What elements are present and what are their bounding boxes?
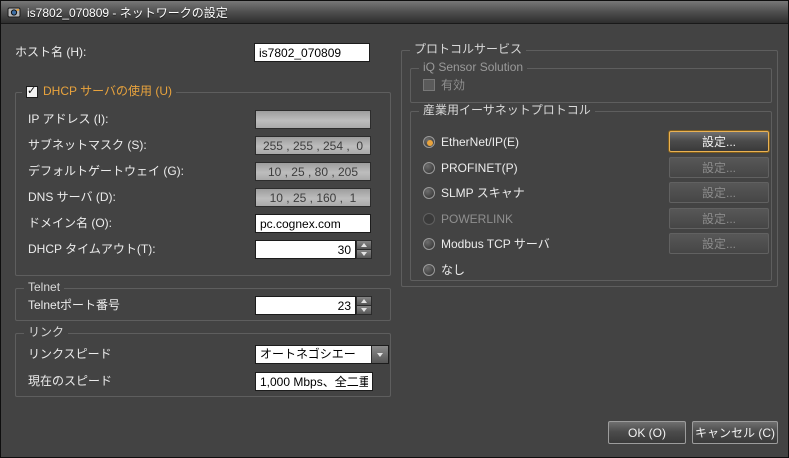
link-speed-value: オートネゴシエー	[260, 346, 370, 363]
default-gateway-label: デフォルトゲートウェイ (G):	[28, 162, 184, 181]
spin-down-button[interactable]	[356, 306, 372, 315]
subnet-mask-input	[255, 136, 371, 155]
dhcp-legend: ✓ DHCP サーバの使用 (U)	[22, 84, 176, 99]
current-speed-label: 現在のスピード	[28, 372, 112, 391]
dhcp-group: ✓ DHCP サーバの使用 (U) IP アドレス (I): サブネットマスク …	[15, 92, 391, 276]
link-group: リンク リンクスピード オートネゴシエー 現在のスピード	[15, 333, 391, 397]
iq-sensor-group: iQ Sensor Solution 有効	[410, 68, 772, 103]
radio-dot	[427, 140, 433, 146]
radio-none[interactable]	[423, 264, 435, 276]
iq-sensor-legend: iQ Sensor Solution	[419, 60, 527, 75]
telnet-port-input[interactable]	[255, 296, 356, 315]
radio-none-label: なし	[441, 261, 465, 280]
ok-button[interactable]: OK (O)	[608, 421, 686, 444]
domain-name-input[interactable]	[255, 214, 371, 233]
radio-modbus-tcp-label: Modbus TCP サーバ	[441, 235, 550, 254]
spin-up-button[interactable]	[356, 240, 372, 250]
spin-down-icon	[361, 308, 367, 312]
spin-up-icon	[361, 243, 367, 247]
window-icon	[7, 5, 21, 19]
dns-server-label: DNS サーバ (D):	[28, 188, 116, 207]
current-speed-input	[255, 372, 373, 391]
link-speed-select[interactable]: オートネゴシエー	[255, 345, 389, 364]
radio-profinet-label: PROFINET(P)	[441, 159, 518, 178]
check-icon: ✓	[27, 84, 36, 98]
spin-down-icon	[361, 252, 367, 256]
radio-slmp-scanner[interactable]	[423, 187, 435, 199]
link-speed-label: リンクスピード	[28, 345, 112, 364]
radio-modbus-tcp[interactable]	[423, 238, 435, 250]
telnet-port-label: Telnetポート番号	[28, 296, 120, 315]
default-gateway-input	[255, 162, 371, 181]
radio-ethernet-ip[interactable]	[423, 136, 435, 148]
industrial-protocol-legend: 産業用イーサネットプロトコル	[419, 103, 595, 118]
protocol-services-group: プロトコルサービス iQ Sensor Solution 有効 産業用イーサネッ…	[401, 50, 778, 287]
host-name-input[interactable]	[254, 43, 370, 62]
radio-powerlink	[423, 213, 435, 225]
industrial-protocol-group: 産業用イーサネットプロトコル EtherNet/IP(E) 設定... PROF…	[410, 111, 772, 281]
dhcp-timeout-stepper	[356, 240, 372, 259]
cancel-button[interactable]: キャンセル (C)	[692, 421, 778, 444]
dhcp-checkbox-label: DHCP サーバの使用 (U)	[43, 84, 172, 99]
dns-server-input	[255, 188, 371, 207]
powerlink-settings-button: 設定...	[669, 208, 769, 229]
chevron-down-icon	[377, 353, 383, 357]
radio-slmp-scanner-label: SLMP スキャナ	[441, 184, 525, 203]
subnet-mask-label: サブネットマスク (S):	[28, 136, 147, 155]
profinet-settings-button: 設定...	[669, 157, 769, 178]
ip-address-label: IP アドレス (I):	[28, 110, 108, 129]
radio-ethernet-ip-label: EtherNet/IP(E)	[441, 133, 519, 152]
spin-down-button[interactable]	[356, 250, 372, 259]
iq-enable-checkbox	[423, 79, 435, 91]
radio-profinet[interactable]	[423, 162, 435, 174]
network-settings-dialog: is7802_070809 - ネットワークの設定 ホスト名 (H): ✓ DH…	[0, 0, 789, 458]
dhcp-checkbox[interactable]: ✓	[26, 86, 38, 98]
iq-enable-label: 有効	[441, 76, 465, 95]
modbus-settings-button: 設定...	[669, 233, 769, 254]
telnet-legend: Telnet	[24, 280, 64, 295]
spin-up-icon	[361, 299, 367, 303]
radio-powerlink-label: POWERLINK	[441, 210, 513, 229]
spin-up-button[interactable]	[356, 296, 372, 306]
ethernet-ip-settings-button[interactable]: 設定...	[669, 131, 769, 152]
combo-dropdown-button[interactable]	[371, 346, 388, 363]
telnet-group: Telnet Telnetポート番号	[15, 288, 391, 321]
title-bar[interactable]: is7802_070809 - ネットワークの設定	[1, 1, 788, 24]
protocol-services-legend: プロトコルサービス	[410, 42, 526, 57]
telnet-port-stepper	[356, 296, 372, 315]
host-name-label: ホスト名 (H):	[15, 43, 86, 62]
dhcp-timeout-input[interactable]	[255, 240, 356, 259]
dhcp-timeout-label: DHCP タイムアウト(T):	[28, 240, 156, 259]
link-legend: リンク	[24, 325, 68, 340]
ip-address-input	[255, 110, 371, 129]
slmp-settings-button: 設定...	[669, 182, 769, 203]
domain-name-label: ドメイン名 (O):	[28, 214, 112, 233]
window-title: is7802_070809 - ネットワークの設定	[27, 4, 228, 21]
